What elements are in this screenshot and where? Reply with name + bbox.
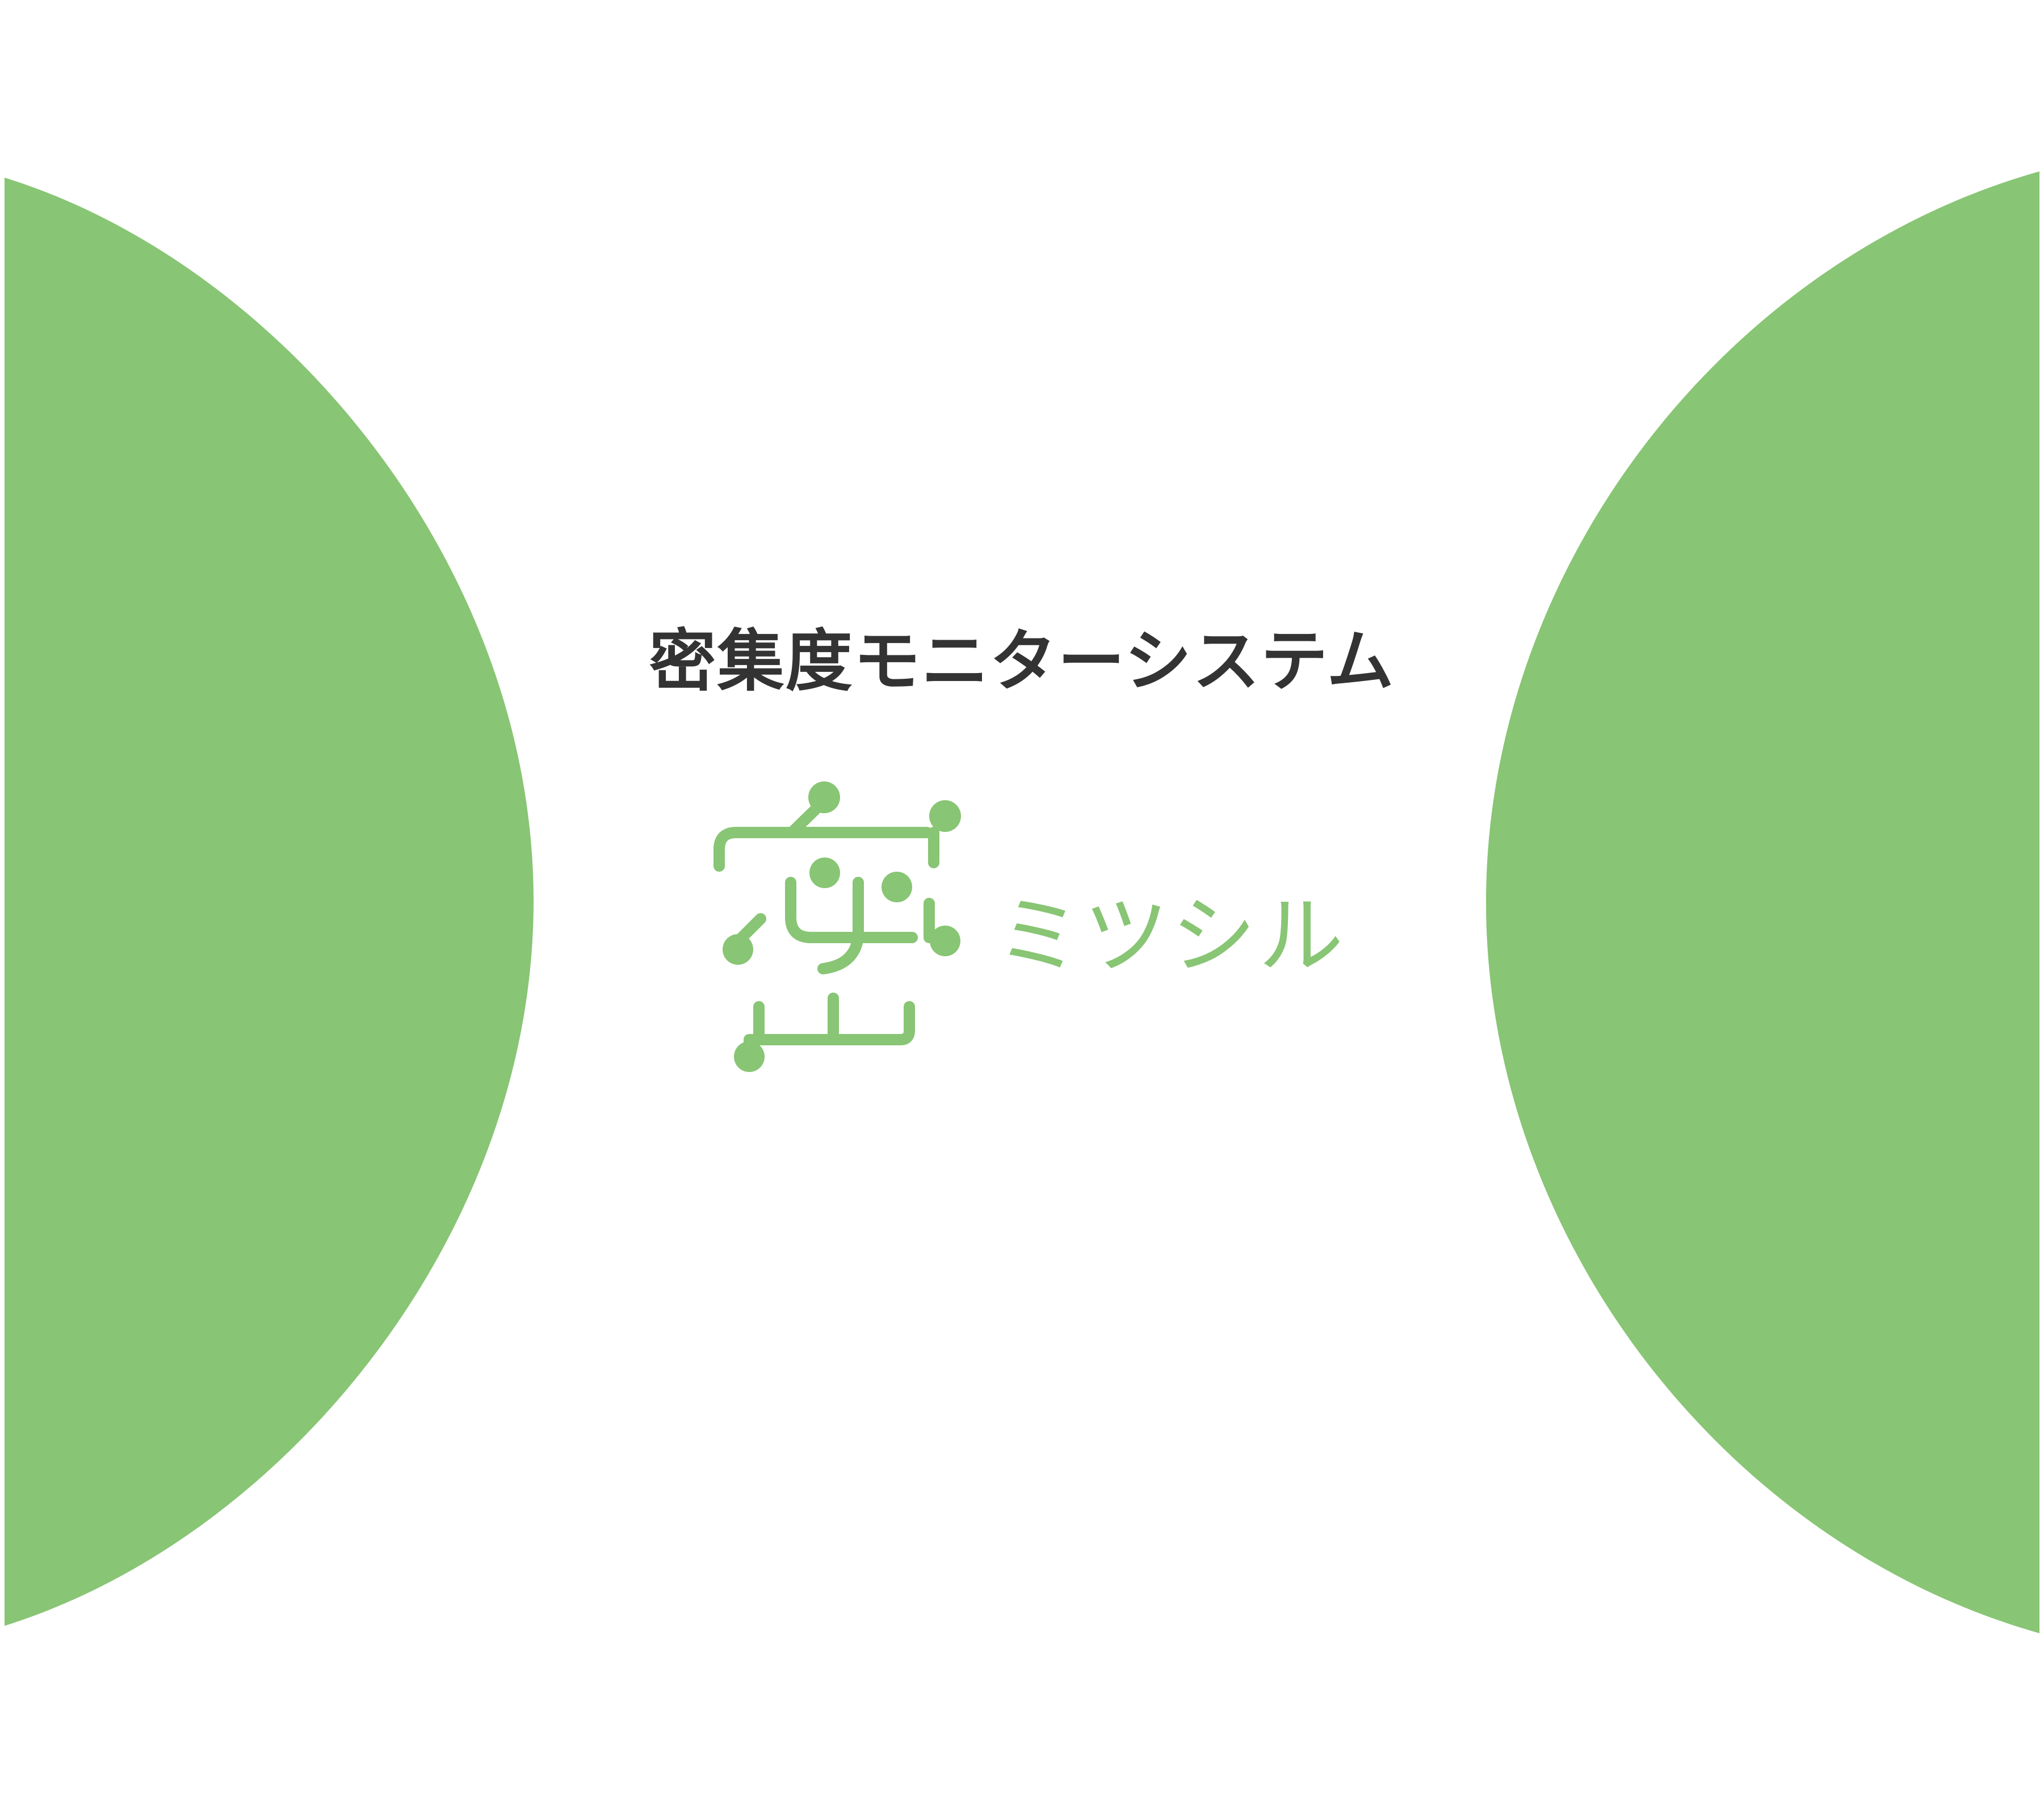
left-half-circle-shape bbox=[5, 178, 534, 1626]
right-half-circle-shape bbox=[1486, 171, 2039, 1633]
tagline-heading: 密集度モニターシステム bbox=[649, 622, 1395, 700]
brand-name: ミツシル bbox=[996, 887, 1346, 986]
mitsuru-mark-icon bbox=[713, 781, 961, 1072]
